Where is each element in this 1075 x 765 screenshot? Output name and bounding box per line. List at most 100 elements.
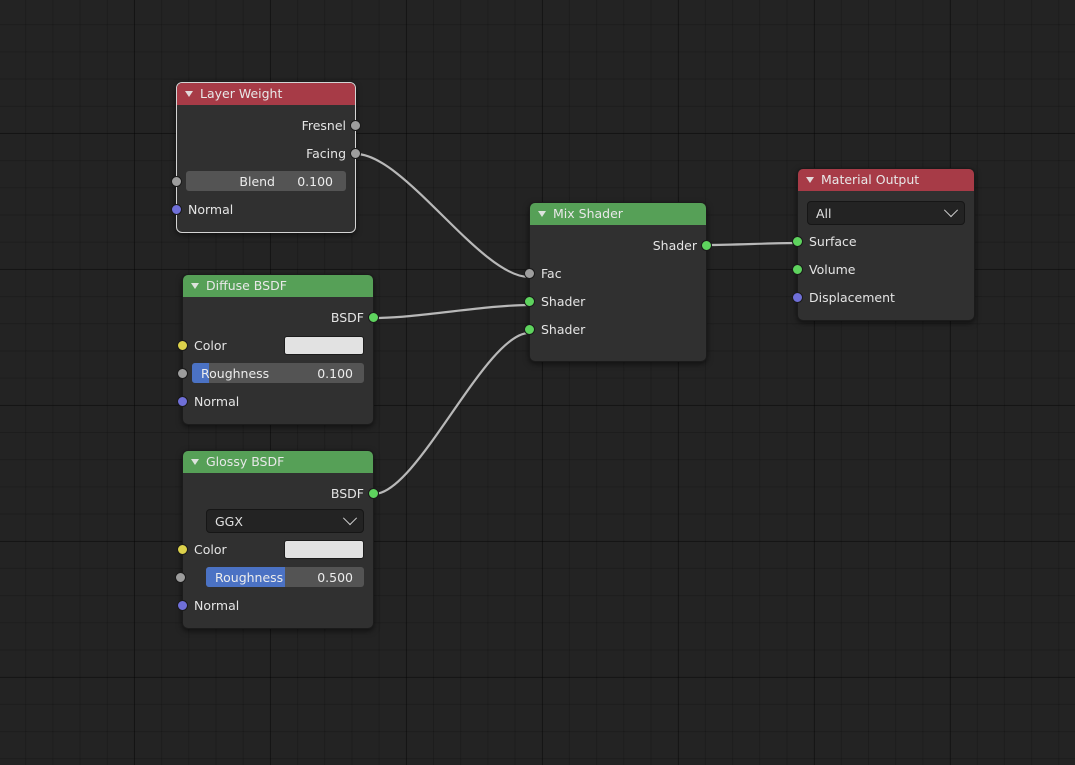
- color-swatch[interactable]: [284, 335, 364, 355]
- node-title: Diffuse BSDF: [206, 278, 287, 293]
- output-row-shader: Shader: [530, 231, 712, 259]
- roughness-slider[interactable]: Roughness 0.500: [206, 567, 364, 587]
- input-row-volume: Volume: [792, 255, 974, 283]
- node-body-glossy-bsdf: BSDF GGX Color Roughness 0.500 Normal: [175, 473, 379, 628]
- node-body-diffuse-bsdf: BSDF Color Roughness 0.100 Normal: [177, 297, 379, 424]
- blend-label: Blend: [239, 173, 275, 189]
- input-label-shader-1: Shader: [541, 293, 586, 309]
- widget-row-target: All: [798, 199, 974, 227]
- output-row-fresnel: Fresnel: [177, 111, 361, 139]
- output-row-bsdf: BSDF: [183, 479, 379, 507]
- socket-input-shader-1[interactable]: [524, 295, 535, 307]
- node-link: [372, 331, 531, 496]
- socket-input-roughness[interactable]: [177, 367, 188, 379]
- socket-input-surface[interactable]: [792, 235, 803, 247]
- input-row-surface: Surface: [792, 227, 974, 255]
- node-diffuse-bsdf[interactable]: Diffuse BSDF BSDF Color Roughness 0.100: [177, 274, 379, 425]
- input-row-normal: Normal: [177, 591, 373, 619]
- input-row-fac: Fac: [524, 259, 706, 287]
- collapse-triangle-icon[interactable]: [191, 459, 199, 465]
- node-title: Mix Shader: [553, 206, 623, 221]
- input-label-shader-2: Shader: [541, 321, 586, 337]
- socket-output-fresnel[interactable]: [350, 119, 361, 131]
- output-label-fresnel: Fresnel: [301, 117, 346, 133]
- chevron-down-icon: [943, 203, 959, 218]
- node-material-output[interactable]: Material Output All Surface Volume Displ…: [792, 168, 975, 321]
- socket-input-color[interactable]: [177, 543, 188, 555]
- node-header-diffuse-bsdf[interactable]: Diffuse BSDF: [183, 275, 373, 297]
- input-label-fac: Fac: [541, 265, 562, 281]
- node-header-layer-weight[interactable]: Layer Weight: [177, 83, 355, 105]
- roughness-slider[interactable]: Roughness 0.100: [192, 363, 364, 383]
- collapse-triangle-icon[interactable]: [185, 91, 193, 97]
- node-glossy-bsdf[interactable]: Glossy BSDF BSDF GGX Color Roughness 0.5…: [175, 450, 379, 629]
- roughness-label: Roughness: [215, 569, 284, 585]
- roughness-label: Roughness: [201, 365, 270, 381]
- input-label-surface: Surface: [809, 233, 857, 249]
- socket-input-blend[interactable]: [171, 175, 182, 187]
- socket-output-bsdf[interactable]: [368, 487, 379, 499]
- output-label-facing: Facing: [306, 145, 346, 161]
- node-body-material-output: All Surface Volume Displacement: [792, 191, 974, 320]
- node-body-mix-shader: Shader Fac Shader Shader: [524, 225, 712, 361]
- collapse-triangle-icon[interactable]: [806, 177, 814, 183]
- node-title: Layer Weight: [200, 86, 283, 101]
- socket-output-facing[interactable]: [350, 147, 361, 159]
- socket-input-displacement[interactable]: [792, 291, 803, 303]
- input-row-displacement: Displacement: [792, 283, 974, 311]
- widget-row-distribution: GGX: [183, 507, 373, 535]
- node-header-glossy-bsdf[interactable]: Glossy BSDF: [183, 451, 373, 473]
- node-header-material-output[interactable]: Material Output: [798, 169, 974, 191]
- node-links-layer: [354, 152, 799, 496]
- node-layer-weight[interactable]: Layer Weight Fresnel Facing Blend 0.100: [171, 82, 361, 233]
- color-swatch[interactable]: [284, 539, 364, 559]
- roughness-value: 0.500: [317, 569, 353, 585]
- node-mix-shader[interactable]: Mix Shader Shader Fac Shader Shader: [524, 202, 712, 362]
- socket-input-normal[interactable]: [171, 203, 182, 215]
- distribution-dropdown[interactable]: GGX: [206, 509, 364, 533]
- chevron-down-icon: [342, 511, 358, 526]
- output-label-shader: Shader: [652, 237, 697, 253]
- node-header-mix-shader[interactable]: Mix Shader: [530, 203, 706, 225]
- node-link: [705, 241, 799, 247]
- target-value: All: [816, 205, 832, 221]
- input-label-normal: Normal: [194, 393, 240, 409]
- roughness-value: 0.100: [317, 365, 353, 381]
- socket-input-roughness[interactable]: [175, 571, 186, 583]
- input-label-normal: Normal: [194, 597, 240, 613]
- socket-input-color[interactable]: [177, 339, 188, 351]
- output-label-bsdf: BSDF: [330, 309, 364, 325]
- input-label-displacement: Displacement: [809, 289, 895, 305]
- input-row-shader-1: Shader: [524, 287, 706, 315]
- input-row-shader-2: Shader: [524, 315, 706, 343]
- input-row-color: Color: [177, 535, 373, 563]
- socket-input-normal[interactable]: [177, 395, 188, 407]
- distribution-value: GGX: [215, 513, 243, 529]
- blend-slider[interactable]: Blend 0.100: [186, 171, 346, 191]
- socket-output-bsdf[interactable]: [368, 311, 379, 323]
- input-row-normal: Normal: [177, 387, 373, 415]
- collapse-triangle-icon[interactable]: [538, 211, 546, 217]
- output-label-bsdf: BSDF: [330, 485, 364, 501]
- input-row-normal: Normal: [171, 195, 355, 223]
- socket-output-shader[interactable]: [701, 239, 712, 251]
- blend-value: 0.100: [297, 173, 333, 189]
- input-label-normal: Normal: [188, 201, 234, 217]
- socket-input-shader-2[interactable]: [524, 323, 535, 335]
- socket-input-normal[interactable]: [177, 599, 188, 611]
- output-row-bsdf: BSDF: [183, 303, 379, 331]
- input-label-color: Color: [194, 337, 227, 353]
- socket-input-volume[interactable]: [792, 263, 803, 275]
- widget-row-roughness: Roughness 0.500: [175, 563, 373, 591]
- shader-node-editor[interactable]: Layer Weight Fresnel Facing Blend 0.100: [0, 0, 1075, 765]
- node-link: [354, 152, 531, 279]
- widget-row-roughness: Roughness 0.100: [177, 359, 373, 387]
- collapse-triangle-icon[interactable]: [191, 283, 199, 289]
- input-label-color: Color: [194, 541, 227, 557]
- socket-input-fac[interactable]: [524, 267, 535, 279]
- node-title: Material Output: [821, 172, 920, 187]
- widget-row-blend: Blend 0.100: [171, 167, 355, 195]
- target-dropdown[interactable]: All: [807, 201, 965, 225]
- node-link: [372, 303, 531, 320]
- node-body-layer-weight: Fresnel Facing Blend 0.100 Normal: [171, 105, 361, 232]
